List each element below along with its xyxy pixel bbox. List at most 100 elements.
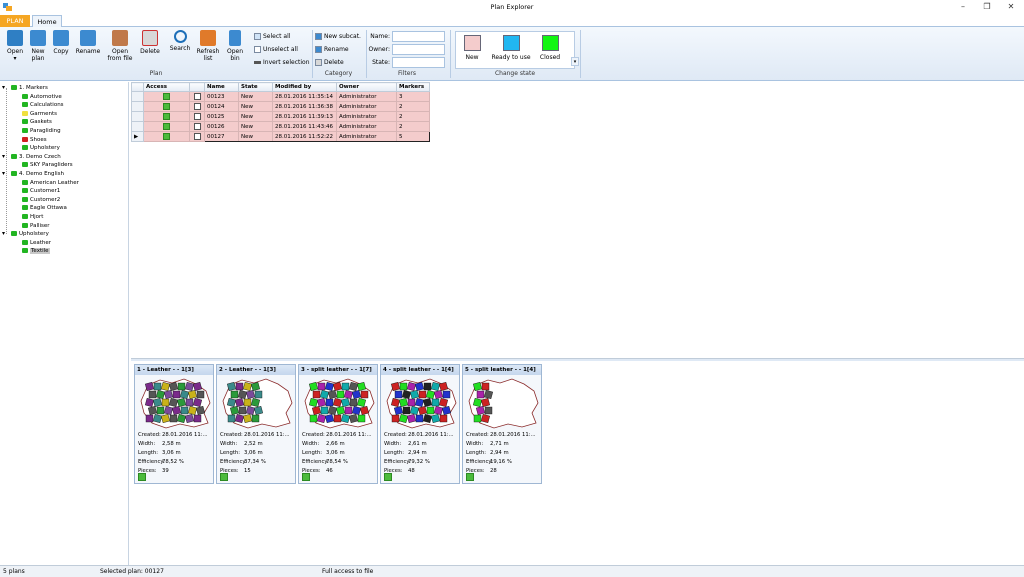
column-header[interactable]: Access [143,82,190,92]
restore-button[interactable]: ❐ [980,2,994,12]
tree-item[interactable]: ▾ 1. Markers [2,84,48,92]
folder-icon [22,248,28,254]
column-header[interactable]: Name [204,82,239,92]
row-checkbox[interactable] [193,113,201,120]
column-header[interactable]: Owner [336,82,397,92]
uncheck-icon [254,46,261,53]
state-closed-swatch[interactable] [542,35,559,51]
select-cell [189,111,205,122]
tree-item[interactable]: ▾ Upholstery [2,230,49,238]
marker-field-label: Created: [138,432,161,438]
open-from-file-button[interactable]: Open from file [106,30,134,62]
owner-cell: Administrator [336,111,397,122]
folder-icon [22,179,28,185]
expand-toggle-icon[interactable]: ▾ [2,230,5,238]
gallery-more-button[interactable]: ▾ [571,57,579,66]
marker-field-value: 2,94 m [490,450,509,456]
tree-item[interactable]: Palliser [22,222,50,230]
new-subcategory-button[interactable]: New subcat. [315,32,361,41]
group-separator [450,30,451,78]
name-cell: 00125 [204,111,239,122]
expand-toggle-icon[interactable]: ▾ [2,170,5,178]
rename-button[interactable]: Rename [75,30,101,55]
open-bin-button[interactable]: Open bin [224,30,246,62]
row-checkbox[interactable] [193,133,201,140]
marker-card[interactable]: 2 - Leather - - 1[3] Created:28.01.2016 1… [216,364,296,484]
column-header[interactable] [189,82,205,92]
tree-item[interactable]: Customer1 [22,187,60,195]
tree-item[interactable]: Calculations [22,101,64,109]
title-bar: Plan Explorer – ❐ ✕ [0,0,1024,14]
tree-item[interactable]: ▾ 3. Demo Czech [2,153,61,161]
close-button[interactable]: ✕ [1004,2,1018,12]
owner-filter-input[interactable] [392,44,445,55]
marker-field-value: 3,06 m [326,450,345,456]
folder-icon [22,196,28,202]
marker-field-label: Width: [302,441,320,447]
tree-item[interactable]: Automotive [22,93,62,101]
column-header[interactable]: Modified by [272,82,337,92]
search-button[interactable]: Search [168,30,192,52]
marker-field-label: Created: [220,432,243,438]
column-header[interactable]: State [238,82,273,92]
table-row[interactable]: 00125 New 28.01.2016 11:39:13 Administrator… [131,111,430,122]
tree-item[interactable]: Garments [22,110,57,118]
table-row[interactable]: 00124 New 28.01.2016 11:36:38 Administrator… [131,101,430,112]
open-button[interactable]: Open ▾ [4,30,26,62]
unselect-all-button[interactable]: Unselect all [254,45,298,54]
tree-item-label: Shoes [30,136,47,143]
row-checkbox[interactable] [193,123,201,130]
folder-open-icon [7,30,23,46]
marker-card[interactable]: 3 - split leather - - 1[7] Created:28.01.… [298,364,378,484]
invert-selection-button[interactable]: Invert selection [254,58,310,67]
refresh-list-button[interactable]: Refresh list [196,30,220,62]
tree-item-label: Automotive [30,93,62,100]
marker-card[interactable]: 5 - split leather - - 1[4] Created:28.01.… [462,364,542,484]
state-filter-input[interactable] [392,57,445,68]
table-row[interactable]: ▶ 00127 New 28.01.2016 11:52:22 Administrato… [131,131,430,142]
modified-cell: 28.01.2016 11:43:46 [272,121,337,132]
select-all-button[interactable]: Select all [254,32,290,41]
copy-icon [53,30,69,46]
refresh-icon [200,30,216,46]
marker-field-label: Efficiency: [302,459,329,465]
marker-field-label: Width: [466,441,484,447]
folder-icon [22,102,28,108]
rename-category-button[interactable]: Rename [315,45,349,54]
expand-toggle-icon[interactable]: ▾ [2,153,5,161]
marker-card[interactable]: 4 - split leather - - 1[4] Created:28.01.… [380,364,460,484]
row-checkbox[interactable] [193,103,201,110]
tree-item[interactable]: Gaskets [22,118,52,126]
modified-cell: 28.01.2016 11:39:13 [272,111,337,122]
status-selected-plan: Selected plan: 00127 [100,568,164,575]
tree-item[interactable]: American Leather [22,179,79,187]
tree-item[interactable]: Hjort [22,213,43,221]
delete-icon [315,59,322,66]
tree-item[interactable]: Leather [22,239,51,247]
tree-item[interactable]: Eagle Ottawa [22,204,67,212]
tab-plan[interactable]: PLAN [0,15,30,27]
copy-button[interactable]: Copy [50,30,72,55]
minimize-button[interactable]: – [956,2,970,12]
tree-item[interactable]: SKY Paragliders [22,161,73,169]
table-row[interactable]: 00126 New 28.01.2016 11:43:46 Administrator… [131,121,430,132]
column-header[interactable]: Markers [396,82,430,92]
tree-item[interactable]: Upholstery [22,144,60,152]
tree-item[interactable]: Paragliding [22,127,61,135]
expand-toggle-icon[interactable]: ▾ [2,84,5,92]
marker-card[interactable]: 1 - Leather - - 1[3] Created:28.01.2016 1… [134,364,214,484]
row-checkbox[interactable] [193,93,201,100]
state-new-swatch[interactable] [464,35,481,51]
tree-item[interactable]: Shoes [22,136,47,144]
name-filter-input[interactable] [392,31,445,42]
tree-item[interactable]: Customer2 [22,196,60,204]
table-row[interactable]: 00123 New 28.01.2016 11:35:14 Administrator… [131,91,430,102]
tree-item[interactable]: ▾ 4. Demo English [2,170,64,178]
state-ready-swatch[interactable] [503,35,520,51]
tree-item-label: Leather [30,239,52,246]
delete-button[interactable]: Delete [138,30,162,55]
new-plan-button[interactable]: New plan [27,30,49,62]
delete-category-button[interactable]: Delete [315,58,344,67]
tree-item[interactable]: Textile [22,247,50,255]
tree-item-label: Calculations [30,102,64,109]
